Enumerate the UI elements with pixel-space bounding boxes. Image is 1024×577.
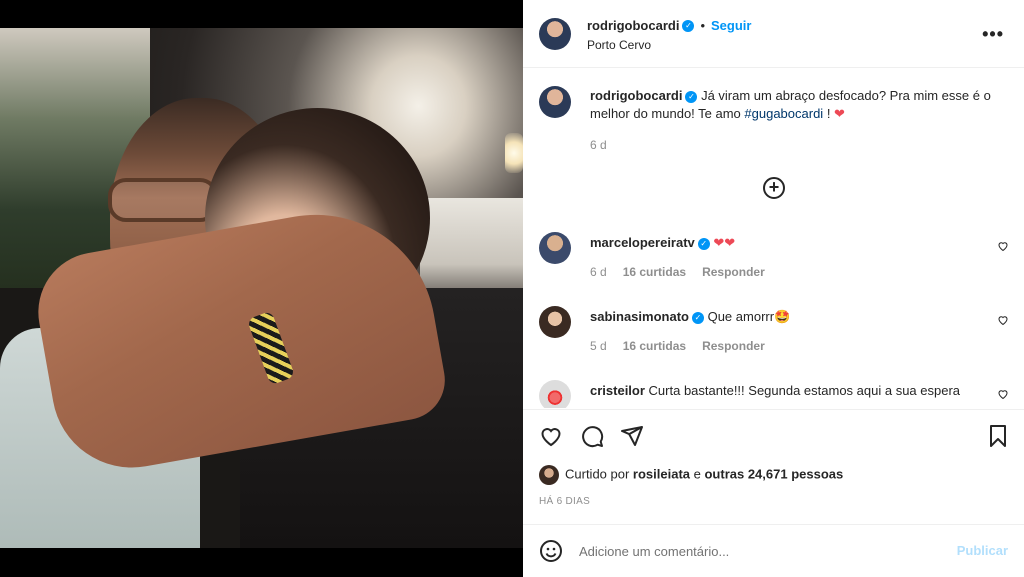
author-line: rodrigobocardi ✓ • Seguir	[587, 17, 751, 35]
photo-glasses	[108, 178, 218, 222]
emoji-icon[interactable]	[539, 539, 563, 563]
comment-username[interactable]: sabinasimonato	[590, 309, 689, 324]
verified-icon: ✓	[691, 311, 704, 324]
post-actions	[523, 410, 1024, 460]
follow-button[interactable]: Seguir	[711, 18, 751, 33]
more-options-icon[interactable]: •••	[982, 24, 1004, 45]
comment-text: sabinasimonato ✓ Que amorrr🤩	[590, 308, 970, 326]
separator-dot: •	[700, 18, 706, 33]
like-heart-icon[interactable]	[539, 424, 563, 448]
post-side-panel: rodrigobocardi ✓ • Seguir Porto Cervo ••• r…	[523, 0, 1024, 577]
post-photo[interactable]	[0, 28, 523, 548]
post-time[interactable]: HÁ 6 DIAS	[539, 496, 590, 507]
comment-age[interactable]: 6 d	[590, 265, 607, 279]
comment-text: marcelopereiratv ✓ ❤❤	[590, 234, 970, 252]
comment-username[interactable]: cristeilor	[590, 383, 645, 398]
reply-button[interactable]: Responder	[702, 265, 765, 279]
post-location[interactable]: Porto Cervo	[587, 38, 651, 52]
comment-body: Que amorrr🤩	[707, 309, 791, 324]
comment-item: sabinasimonato ✓ Que amorrr🤩 5 d 16 curtid…	[539, 306, 1009, 366]
caption-age[interactable]: 6 d	[590, 138, 607, 152]
share-paper-plane-icon[interactable]	[620, 424, 644, 448]
likes-prefix: Curtido por	[565, 466, 633, 482]
comment-bubble-icon[interactable]	[580, 424, 604, 448]
comment-avatar[interactable]	[539, 380, 571, 408]
comment-meta: 6 d 16 curtidas Responder	[590, 265, 781, 279]
caption-username[interactable]: rodrigobocardi	[590, 88, 682, 103]
likes-summary: Curtido por rosileiata e outras 24,671 p…	[539, 465, 843, 485]
comment-input[interactable]	[579, 539, 939, 563]
instagram-post-modal: rodrigobocardi ✓ • Seguir Porto Cervo ••• r…	[0, 0, 1024, 577]
likes-mid: e	[690, 466, 705, 482]
comment-avatar[interactable]	[539, 232, 571, 264]
comment-text: cristeilor Curta bastante!!! Segunda est…	[590, 382, 970, 400]
comment-likes[interactable]: 16 curtidas	[623, 265, 686, 279]
caption-hashtag-link[interactable]: #gugabocardi	[744, 106, 823, 121]
comment-age[interactable]: 5 d	[590, 339, 607, 353]
load-more-comments-icon[interactable]: +	[763, 177, 785, 199]
reply-button[interactable]: Responder	[702, 339, 765, 353]
save-bookmark-icon[interactable]	[986, 424, 1010, 448]
liker-avatar[interactable]	[539, 465, 559, 485]
caption-after: !	[823, 106, 835, 121]
comment-avatar[interactable]	[539, 306, 571, 338]
author-avatar[interactable]	[539, 18, 571, 50]
comment-like-icon[interactable]	[997, 240, 1009, 252]
caption-text: rodrigobocardi ✓ Já viram um abraço desfo…	[590, 87, 1000, 123]
verified-icon: ✓	[685, 90, 698, 103]
verified-icon: ✓	[682, 19, 695, 32]
author-username[interactable]: rodrigobocardi	[587, 18, 679, 33]
comment-like-icon[interactable]	[997, 388, 1009, 400]
post-header: rodrigobocardi ✓ • Seguir Porto Cervo •••	[523, 0, 1024, 68]
verified-icon: ✓	[697, 237, 710, 250]
comment-body: Curta bastante!!! Segunda estamos aqui a…	[648, 383, 961, 398]
comment-like-icon[interactable]	[997, 314, 1009, 326]
comment-item: marcelopereiratv ✓ ❤❤ 6 d 16 curtidas Respo…	[539, 232, 1009, 292]
liker-username[interactable]: rosileiata	[633, 466, 690, 481]
comment-likes[interactable]: 16 curtidas	[623, 339, 686, 353]
likes-others-link[interactable]: outras 24,671 pessoas	[704, 466, 843, 481]
photo-background-lamp	[505, 133, 523, 173]
caption-avatar[interactable]	[539, 86, 571, 118]
publish-button[interactable]: Publicar	[957, 543, 1008, 558]
comment-item: cristeilor Curta bastante!!! Segunda est…	[539, 380, 1009, 408]
comment-composer: Publicar	[523, 524, 1024, 577]
comment-meta: 5 d 16 curtidas Responder	[590, 339, 781, 353]
comment-body: ❤❤	[713, 235, 736, 250]
comment-username[interactable]: marcelopereiratv	[590, 235, 695, 250]
heart-emoji: ❤	[834, 106, 845, 121]
